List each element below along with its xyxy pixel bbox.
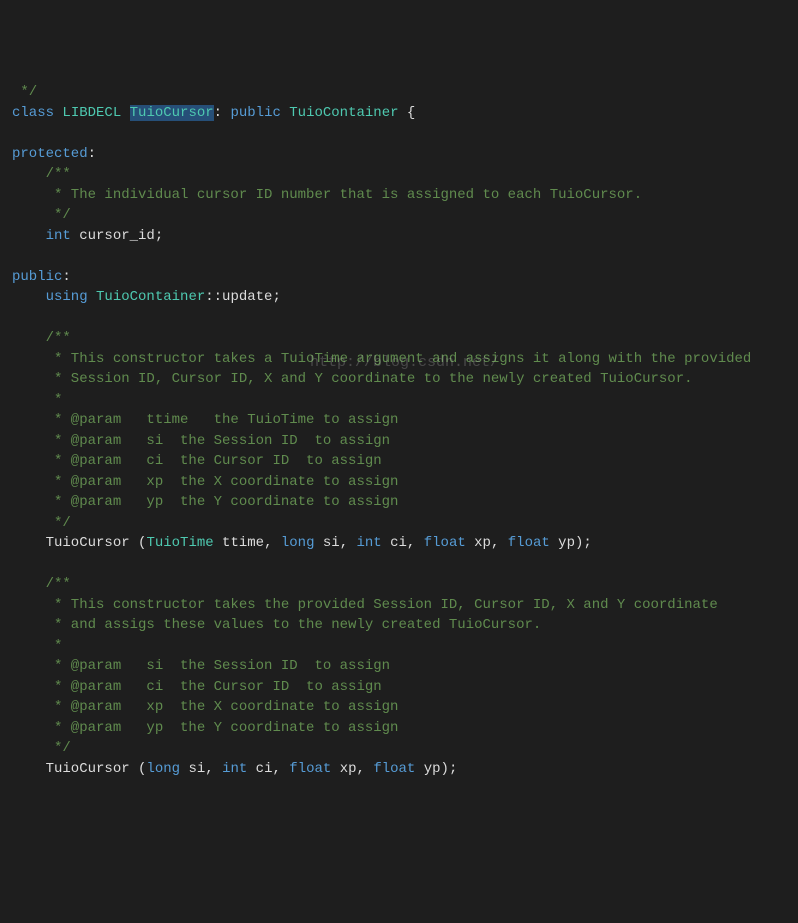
code-editor[interactable]: */ class LIBDECL TuioCursor: public Tuio…: [0, 82, 798, 779]
param-yp: yp): [415, 761, 449, 777]
var-cursor-id: cursor_id: [71, 228, 155, 244]
base-class: TuioContainer: [281, 105, 399, 121]
keyword-public: public: [222, 105, 281, 121]
type-float: float: [289, 761, 331, 777]
doc-param-xp: * @param xp the X coordinate to assign: [12, 699, 398, 715]
type-long: long: [146, 761, 180, 777]
param-si: si,: [314, 535, 356, 551]
keyword-protected: protected: [12, 146, 88, 162]
doc-param-ci: * @param ci the Cursor ID to assign: [12, 453, 382, 469]
type-int: int: [222, 761, 247, 777]
type-tuiotime: TuioTime: [146, 535, 213, 551]
keyword-class: class: [12, 105, 54, 121]
doc-comment-line: * Session ID, Cursor ID, X and Y coordin…: [12, 371, 693, 387]
ctor-name: TuioCursor: [12, 761, 138, 777]
type-float: float: [373, 761, 415, 777]
colon: :: [214, 105, 222, 121]
doc-param-ttime: * @param ttime the TuioTime to assign: [12, 412, 398, 428]
type-int: int: [357, 535, 382, 551]
doc-comment-close: */: [12, 740, 71, 756]
doc-comment-close: */: [12, 515, 71, 531]
comment-end: */: [12, 84, 37, 100]
doc-comment-open: /**: [12, 576, 71, 592]
keyword-using: using: [12, 289, 88, 305]
open-brace: {: [399, 105, 416, 121]
doc-param-yp: * @param yp the Y coordinate to assign: [12, 494, 398, 510]
param-xp: xp,: [331, 761, 373, 777]
type-tuiocontainer: TuioContainer: [88, 289, 206, 305]
doc-param-si: * @param si the Session ID to assign: [12, 658, 390, 674]
param-ci: ci,: [382, 535, 424, 551]
type-float: float: [424, 535, 466, 551]
type-long: long: [281, 535, 315, 551]
doc-comment-line: * The individual cursor ID number that i…: [12, 187, 642, 203]
doc-param-xp: * @param xp the X coordinate to assign: [12, 474, 398, 490]
doc-comment-line: * This constructor takes a TuioTime argu…: [12, 351, 751, 367]
doc-param-si: * @param si the Session ID to assign: [12, 433, 390, 449]
param-si: si,: [180, 761, 222, 777]
doc-comment-line: * and assigs these values to the newly c…: [12, 617, 541, 633]
semicolon: ;: [155, 228, 163, 244]
ctor-name: TuioCursor: [12, 535, 138, 551]
param-xp: xp,: [466, 535, 508, 551]
keyword-public: public: [12, 269, 62, 285]
class-name-selected[interactable]: TuioCursor: [130, 105, 214, 121]
type-int: int: [12, 228, 71, 244]
doc-comment-open: /**: [12, 330, 71, 346]
semicolon: ;: [449, 761, 457, 777]
colon: :: [62, 269, 70, 285]
param-ttime: ttime,: [214, 535, 281, 551]
colon: :: [88, 146, 96, 162]
param-ci: ci,: [247, 761, 289, 777]
doc-param-ci: * @param ci the Cursor ID to assign: [12, 679, 382, 695]
macro-libdecl: LIBDECL: [62, 105, 121, 121]
doc-param-yp: * @param yp the Y coordinate to assign: [12, 720, 398, 736]
semicolon: ;: [583, 535, 591, 551]
paren-open: (: [138, 761, 146, 777]
doc-comment-line: * This constructor takes the provided Se…: [12, 597, 718, 613]
type-float: float: [508, 535, 550, 551]
scope-update: ::update: [205, 289, 272, 305]
doc-comment-line: *: [12, 638, 62, 654]
doc-comment-close: */: [12, 207, 71, 223]
doc-comment-line: *: [12, 392, 62, 408]
semicolon: ;: [272, 289, 280, 305]
param-yp: yp): [550, 535, 584, 551]
doc-comment-open: /**: [12, 166, 71, 182]
